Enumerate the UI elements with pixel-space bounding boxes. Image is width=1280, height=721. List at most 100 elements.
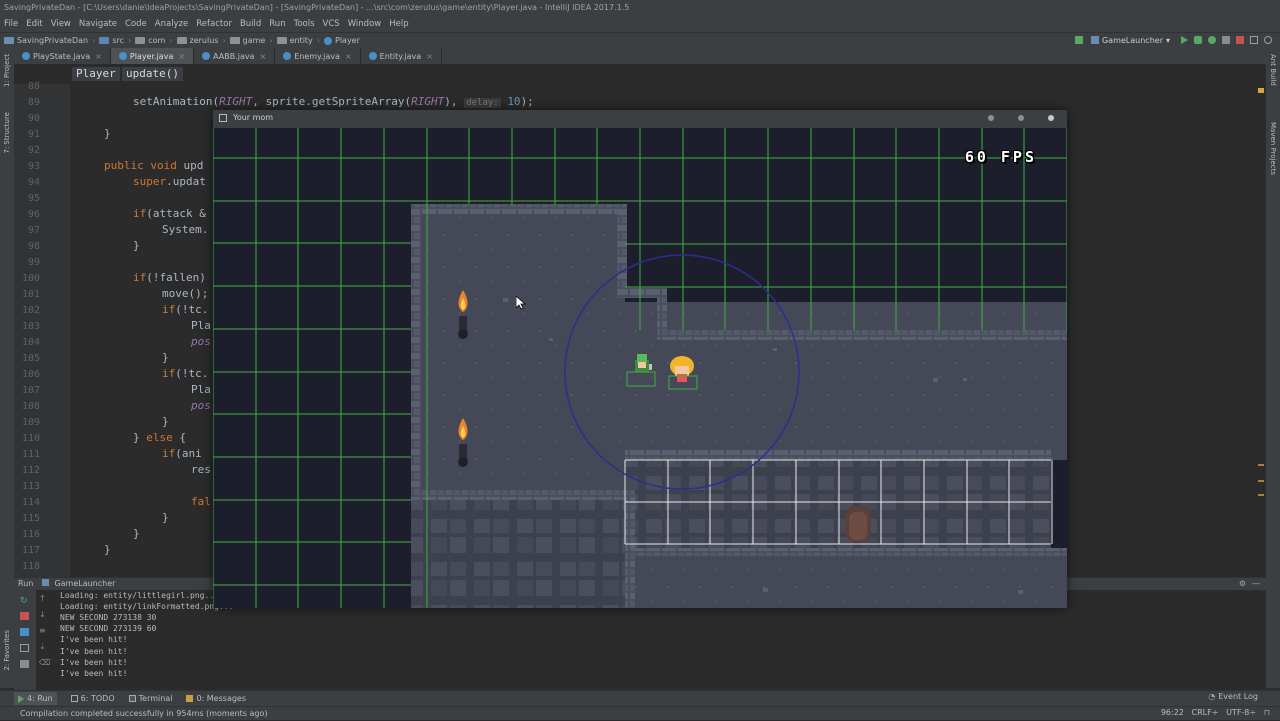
console-line: I've been hit! <box>60 669 128 678</box>
menu-analyze[interactable]: Analyze <box>151 16 193 32</box>
error-stripe-mark[interactable] <box>1258 464 1264 466</box>
clear-icon[interactable]: ⌫ <box>39 658 50 667</box>
menu-bar: File Edit View Navigate Code Analyze Ref… <box>0 16 1280 32</box>
structure-tool-tab[interactable]: 7: Structure <box>3 112 11 154</box>
game-window[interactable]: Your mom 60 FPS <box>213 110 1067 608</box>
nav-crumb-zerulus[interactable]: zerulus <box>176 36 218 45</box>
lock-icon[interactable]: ⊓ <box>1264 708 1270 717</box>
game-canvas[interactable]: 60 FPS <box>213 128 1067 608</box>
line-separator[interactable]: CRLF÷ <box>1192 708 1219 717</box>
tab-enemy[interactable]: Enemy.java × <box>275 48 361 64</box>
chevron-down-icon: ▾ <box>1165 35 1170 45</box>
close-icon[interactable]: × <box>95 52 102 61</box>
menu-help[interactable]: Help <box>385 16 412 32</box>
folder-icon <box>229 37 240 44</box>
dump-threads-icon[interactable] <box>20 644 29 652</box>
error-stripe-mark[interactable] <box>1258 480 1264 482</box>
menu-file[interactable]: File <box>0 16 22 32</box>
tab-messages[interactable]: 0: Messages <box>186 694 246 703</box>
nav-crumb-project[interactable]: SavingPrivateDan <box>4 36 88 45</box>
project-tool-tab[interactable]: 1: Project <box>3 54 11 87</box>
class-icon <box>368 52 377 60</box>
menu-vcs[interactable]: VCS <box>319 16 344 32</box>
menu-view[interactable]: View <box>47 16 75 32</box>
event-log-button[interactable]: ◔ Event Log <box>1208 692 1258 701</box>
profile-icon[interactable] <box>1222 36 1230 44</box>
project-structure-icon[interactable] <box>1250 36 1258 44</box>
nav-crumb-entity[interactable]: entity <box>276 36 313 45</box>
tab-player[interactable]: Player.java × <box>110 48 195 64</box>
code-line: fal <box>191 495 211 508</box>
tab-terminal[interactable]: Terminal <box>128 694 172 703</box>
error-stripe-mark[interactable] <box>1258 494 1264 496</box>
stop-icon[interactable] <box>20 612 29 620</box>
code-line: super.updat <box>133 175 206 188</box>
search-icon[interactable] <box>1264 36 1272 44</box>
menu-edit[interactable]: Edit <box>22 16 46 32</box>
menu-refactor[interactable]: Refactor <box>192 16 236 32</box>
file-encoding[interactable]: UTF-8÷ <box>1226 708 1256 717</box>
line-number: 115 <box>21 513 40 524</box>
class-icon <box>202 52 211 60</box>
nav-crumb-com[interactable]: com <box>135 36 165 45</box>
run-panel-toolbar: ↻ <box>14 590 36 690</box>
maximize-button[interactable] <box>1018 115 1024 121</box>
close-icon[interactable]: × <box>426 52 433 61</box>
line-number: 102 <box>21 305 40 316</box>
nav-crumb-game[interactable]: game <box>229 36 265 45</box>
line-number: 89 <box>27 97 40 108</box>
menu-run[interactable]: Run <box>265 16 289 32</box>
rerun-icon[interactable]: ↻ <box>20 596 29 606</box>
tab-aabb[interactable]: AABB.java × <box>194 48 276 64</box>
dungeon-door-panel <box>849 512 867 540</box>
nav-crumb-player[interactable]: Player <box>324 36 360 45</box>
warning-marker[interactable] <box>1258 88 1264 93</box>
line-number: 99 <box>27 257 40 268</box>
arrow-down-icon[interactable]: ↓ <box>39 610 46 619</box>
menu-tools[interactable]: Tools <box>290 16 319 32</box>
soft-wrap-icon[interactable]: ≡ <box>39 626 46 635</box>
menu-code[interactable]: Code <box>121 16 151 32</box>
chevron-right-icon: › <box>222 36 226 45</box>
tab-run[interactable]: 4: Run <box>14 692 57 705</box>
nav-crumb-src[interactable]: src <box>99 36 124 45</box>
console-line: Loading: entity/linkFormatted.png... <box>60 602 234 611</box>
menu-build[interactable]: Build <box>236 16 265 32</box>
line-number: 114 <box>21 497 40 508</box>
close-icon[interactable]: × <box>260 52 267 61</box>
minimize-button[interactable] <box>988 115 994 121</box>
print-icon[interactable] <box>20 660 29 668</box>
close-icon[interactable]: × <box>345 52 352 61</box>
build-icon[interactable] <box>1074 36 1083 44</box>
line-number: 106 <box>21 369 40 380</box>
breadcrumb-class[interactable]: Player <box>72 67 120 81</box>
close-button[interactable] <box>1048 115 1054 121</box>
ant-build-tool-tab[interactable]: Ant Build <box>1269 54 1277 86</box>
stop-icon[interactable] <box>1236 36 1244 44</box>
class-icon <box>118 52 127 60</box>
gear-icon[interactable]: ⚙ <box>1239 578 1246 590</box>
hide-panel-icon[interactable]: — <box>1252 578 1260 590</box>
coverage-icon[interactable] <box>1208 36 1216 44</box>
run-tab-config[interactable]: GameLauncher <box>54 579 115 588</box>
game-window-title-bar[interactable]: Your mom <box>213 110 1067 128</box>
breadcrumb-method[interactable]: update() <box>122 67 183 81</box>
wall-bottom-left <box>411 490 625 608</box>
menu-window[interactable]: Window <box>344 16 386 32</box>
run-config-dropdown[interactable]: GameLauncher ▾ <box>1074 34 1170 46</box>
tab-todo[interactable]: 6: TODO <box>70 694 115 703</box>
tab-playstate[interactable]: PlayState.java × <box>14 48 111 64</box>
debug-icon[interactable] <box>1194 36 1202 44</box>
caret-position[interactable]: 96:22 <box>1161 708 1184 717</box>
run-panel-toolbar-secondary: ↑ ↓ ≡ ⇣ ⌫ <box>38 594 50 682</box>
arrow-up-icon[interactable]: ↑ <box>39 594 46 603</box>
close-icon[interactable]: × <box>178 52 185 61</box>
line-number: 92 <box>27 145 40 156</box>
run-icon[interactable] <box>1181 36 1188 44</box>
maven-tool-tab[interactable]: Maven Projects <box>1269 122 1277 175</box>
pause-icon[interactable] <box>20 628 29 636</box>
tab-entity[interactable]: Entity.java × <box>361 48 442 64</box>
scroll-end-icon[interactable]: ⇣ <box>39 642 46 651</box>
menu-navigate[interactable]: Navigate <box>75 16 121 32</box>
favorites-tool-tab[interactable]: 2: Favorites <box>3 630 11 671</box>
